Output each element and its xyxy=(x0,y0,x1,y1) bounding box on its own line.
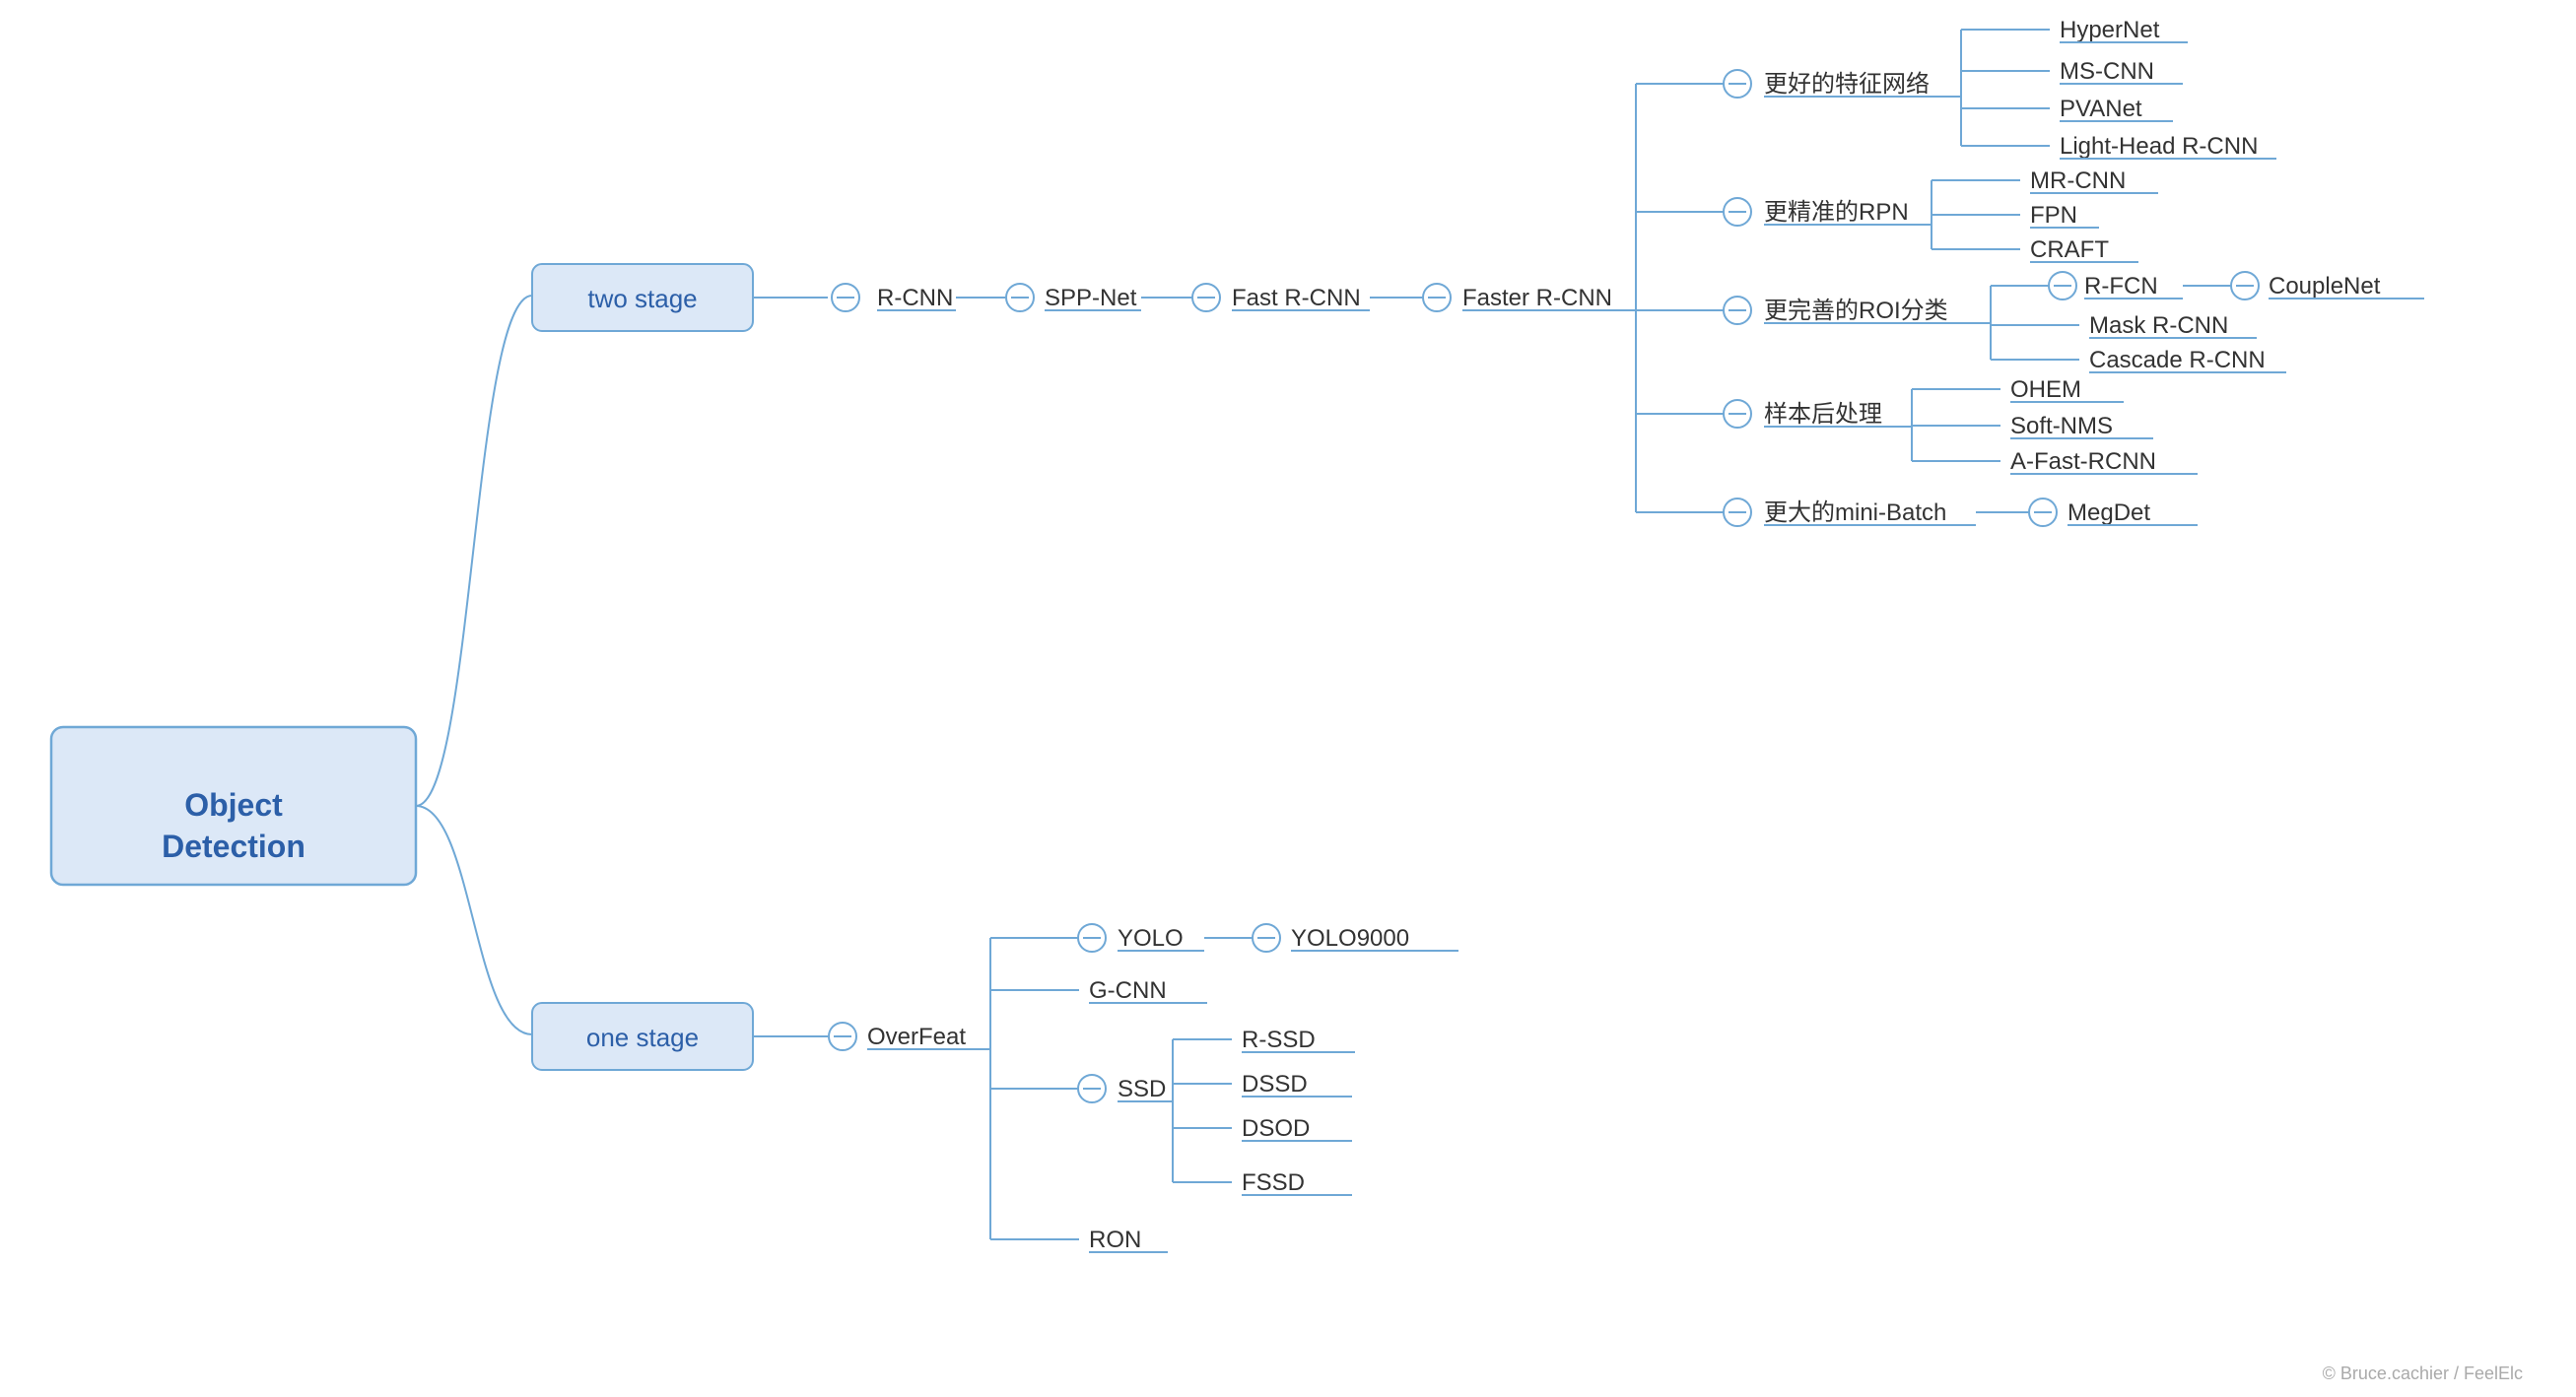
lighthead-label: Light-Head R-CNN xyxy=(2060,133,2258,160)
ohem-label: OHEM xyxy=(2010,376,2081,403)
dsod-label: DSOD xyxy=(1242,1115,1310,1142)
postproc-label: 样本后处理 xyxy=(1764,401,1882,428)
dssd-label: DSSD xyxy=(1242,1071,1308,1098)
gcnn-label: G-CNN xyxy=(1089,977,1167,1004)
minibatch-label: 更大的mini-Batch xyxy=(1764,499,1946,526)
ssd-label: SSD xyxy=(1118,1076,1166,1102)
fssd-label: FSSD xyxy=(1242,1169,1305,1196)
one-stage-label: one stage xyxy=(586,1023,699,1052)
pvanet-label: PVANet xyxy=(2060,96,2142,122)
feature-net-label: 更好的特征网络 xyxy=(1764,71,1930,98)
afastrcnn-label: A-Fast-RCNN xyxy=(2010,448,2156,475)
couplenet-label: CoupleNet xyxy=(2269,273,2381,299)
two-stage-label: two stage xyxy=(587,284,697,313)
ron-label: RON xyxy=(1089,1227,1141,1253)
rpn-label: 更精准的RPN xyxy=(1764,199,1909,226)
hypernet-label: HyperNet xyxy=(2060,17,2160,43)
softnms-label: Soft-NMS xyxy=(2010,413,2113,439)
root-label: Object xyxy=(184,787,283,823)
fasterrcnn-label: Faster R-CNN xyxy=(1462,285,1612,311)
fastrcnn-label: Fast R-CNN xyxy=(1232,285,1361,311)
mscnn-label: MS-CNN xyxy=(2060,58,2154,85)
mindmap: Object Detection two stage R-CNN SPP-Net… xyxy=(0,0,2576,1397)
root-branch-line xyxy=(416,296,532,806)
maskrcnn-label: Mask R-CNN xyxy=(2089,312,2228,339)
yolo-label: YOLO xyxy=(1118,925,1184,952)
root-branch-line2 xyxy=(416,806,532,1034)
watermark: © Bruce.cachier / FeelElc xyxy=(2323,1364,2523,1383)
overfeat-label: OverFeat xyxy=(867,1024,966,1050)
roi-label: 更完善的ROI分类 xyxy=(1764,298,1948,324)
cascadercnn-label: Cascade R-CNN xyxy=(2089,347,2266,373)
mrcnn-label: MR-CNN xyxy=(2030,167,2126,194)
craft-label: CRAFT xyxy=(2030,236,2109,263)
rcnn-label: R-CNN xyxy=(877,285,953,311)
fpn-label: FPN xyxy=(2030,202,2077,229)
megdet-label: MegDet xyxy=(2068,499,2150,526)
yolo9000-label: YOLO9000 xyxy=(1291,925,1409,952)
rfcn-label: R-FCN xyxy=(2084,273,2158,299)
sppnet-label: SPP-Net xyxy=(1045,285,1137,311)
root-label2: Detection xyxy=(162,829,305,864)
rssd-label: R-SSD xyxy=(1242,1027,1316,1053)
